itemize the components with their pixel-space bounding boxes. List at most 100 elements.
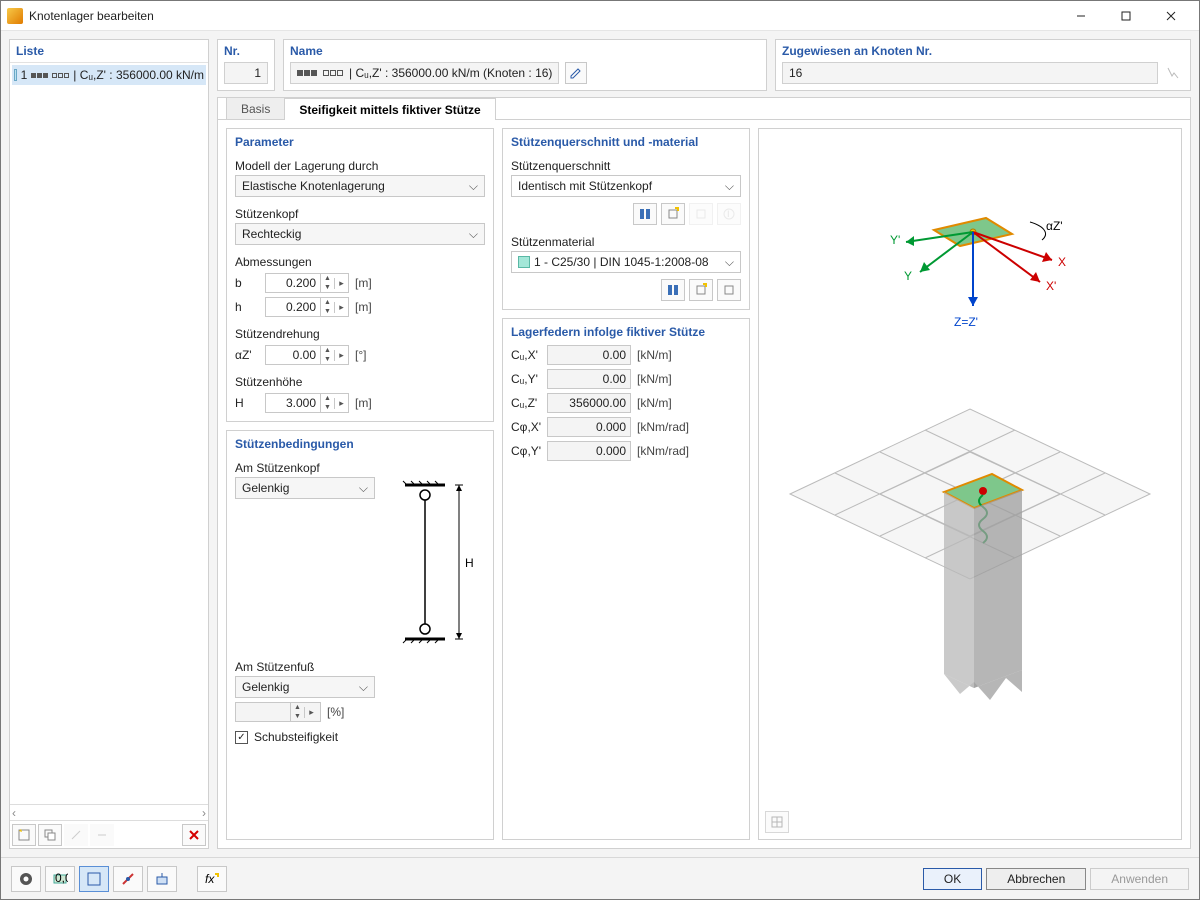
group-parameter: Parameter Modell der Lagerung durch Elas… [226,128,494,422]
spring-row-4: Cφ,Y'0.000[kNm/rad] [511,441,741,461]
height-label: Stützenhöhe [235,375,485,389]
shear-checkbox[interactable]: ✓ Schubsteifigkeit [235,730,485,744]
b-spinner[interactable]: 0.200▲▼▸ [265,273,349,293]
titlebar: Knotenlager bearbeiten [1,1,1199,31]
H-label: H [235,396,259,410]
chevron-down-icon: ⌵ [359,481,368,496]
maximize-button[interactable] [1103,1,1148,30]
tab-basis[interactable]: Basis [226,97,285,119]
spring-value: 356000.00 [547,393,631,413]
kopf-label: Stützenkopf [235,207,485,221]
H-unit: [m] [355,396,372,410]
svg-text:Y: Y [904,269,912,283]
mat-edit-button[interactable] [717,279,741,301]
svg-text:i: i [727,207,730,220]
h-spinner[interactable]: 0.200▲▼▸ [265,297,349,317]
mat-library-button[interactable] [661,279,685,301]
abm-label: Abmessungen [235,255,485,269]
rot-label: Stützendrehung [235,327,485,341]
top-select[interactable]: Gelenkig⌵ [235,477,375,499]
b-unit: [m] [355,276,372,290]
units-button[interactable]: 0,00 [45,866,75,892]
svg-text:X': X' [1046,279,1056,293]
tab-bar: Basis Steifigkeit mittels fiktiver Stütz… [218,98,1190,120]
nr-value: 1 [224,62,268,84]
new-item-button[interactable] [12,824,36,846]
toolbar-btn-4 [90,824,114,846]
symbol-group-empty [52,73,69,78]
list-hscroll[interactable]: ‹› [10,804,208,820]
column-parameters: Parameter Modell der Lagerung durch Elas… [226,128,494,840]
spring-value: 0.000 [547,417,631,437]
chevron-down-icon: ⌵ [725,179,734,194]
spring-unit: [kNm/rad] [637,444,689,458]
h-unit: [m] [355,300,372,314]
column-preview: Y' Y X X' Z=Z' [758,128,1182,840]
dialog-body: Liste 1 | Cᵤ,Z' : 356000.00 kN/m ‹› [1,31,1199,857]
view-mode-3-button[interactable] [147,866,177,892]
info-button: i [717,203,741,225]
svg-text:0,00: 0,00 [55,871,68,885]
model-select[interactable]: Elastische Knotenlagerung ⌵ [235,175,485,197]
item-text: | Cᵤ,Z' : 356000.00 kN/m [73,68,204,82]
apply-button: Anwenden [1090,868,1189,890]
column-diagram: H [385,477,475,647]
tab-stiffness[interactable]: Steifigkeit mittels fiktiver Stütze [284,98,495,120]
spring-row-3: Cφ,X'0.000[kNm/rad] [511,417,741,437]
model-value: Elastische Knotenlagerung [242,179,385,193]
bot-value: Gelenkig [242,680,289,694]
group-cross-section: Stützenquerschnitt und -material Stützen… [502,128,750,310]
bot-select[interactable]: Gelenkig⌵ [235,676,375,698]
H-value: 3.000 [266,396,320,410]
mat-iconstrip [511,279,741,301]
mat-new-button[interactable] [689,279,713,301]
library-button[interactable] [633,203,657,225]
svg-text:Y': Y' [890,233,900,247]
shear-label: Schubsteifigkeit [254,730,338,744]
list-toolbar [10,820,208,848]
mat-select[interactable]: 1 - C25/30 | DIN 1045-1:2008-08⌵ [511,251,741,273]
model-label: Modell der Lagerung durch [235,159,485,173]
b-value: 0.200 [266,276,320,290]
copy-item-button[interactable] [38,824,62,846]
list-box[interactable]: 1 | Cᵤ,Z' : 356000.00 kN/m [10,63,208,804]
assigned-value[interactable]: 16 [782,62,1158,84]
main-area: Nr. 1 Name | Cᵤ,Z' : 356000.00 kN/m (Kno… [217,39,1191,849]
spring-row-0: Cᵤ,X'0.00[kN/m] [511,345,741,365]
kopf-value: Rechteckig [242,227,301,241]
view-mode-2-button[interactable] [113,866,143,892]
spring-value: 0.000 [547,441,631,461]
function-button[interactable]: fx [197,866,227,892]
window-title: Knotenlager bearbeiten [29,9,1058,23]
ok-button[interactable]: OK [923,868,982,890]
conds-title: Stützenbedingungen [235,437,485,451]
group-conditions: Stützenbedingungen Am Stützenkopf Gelenk… [226,430,494,840]
preview-options-button[interactable] [765,811,789,833]
chevron-down-icon: ⌵ [469,227,478,242]
name-label: Name [284,40,766,62]
az-value: 0.00 [266,348,320,362]
edit-name-button[interactable] [565,62,587,84]
view-mode-1-button[interactable] [79,866,109,892]
sec-select[interactable]: Identisch mit Stützenkopf ⌵ [511,175,741,197]
column-cross-section: Stützenquerschnitt und -material Stützen… [502,128,750,840]
new-section-button[interactable] [661,203,685,225]
kopf-select[interactable]: Rechteckig ⌵ [235,223,485,245]
material-color-icon [518,256,530,268]
delete-item-button[interactable] [182,824,206,846]
name-panel: Name | Cᵤ,Z' : 356000.00 kN/m (Knoten : … [283,39,767,91]
preview-3d[interactable]: Y' Y X X' Z=Z' [758,128,1182,840]
H-spinner[interactable]: 3.000▲▼▸ [265,393,349,413]
spring-unit: [kN/m] [637,348,672,362]
az-spinner[interactable]: 0.00▲▼▸ [265,345,349,365]
close-button[interactable] [1148,1,1193,30]
spring-unit: [kN/m] [637,372,672,386]
help-button[interactable] [11,866,41,892]
list-item[interactable]: 1 | Cᵤ,Z' : 356000.00 kN/m [12,65,206,85]
minimize-button[interactable] [1058,1,1103,30]
chevron-down-icon: ⌵ [469,179,478,194]
springs-title: Lagerfedern infolge fiktiver Stütze [511,325,741,339]
cancel-button[interactable]: Abbrechen [986,868,1086,890]
assigned-nodes-panel: Zugewiesen an Knoten Nr. 16 [775,39,1191,91]
sec-value: Identisch mit Stützenkopf [518,179,652,193]
